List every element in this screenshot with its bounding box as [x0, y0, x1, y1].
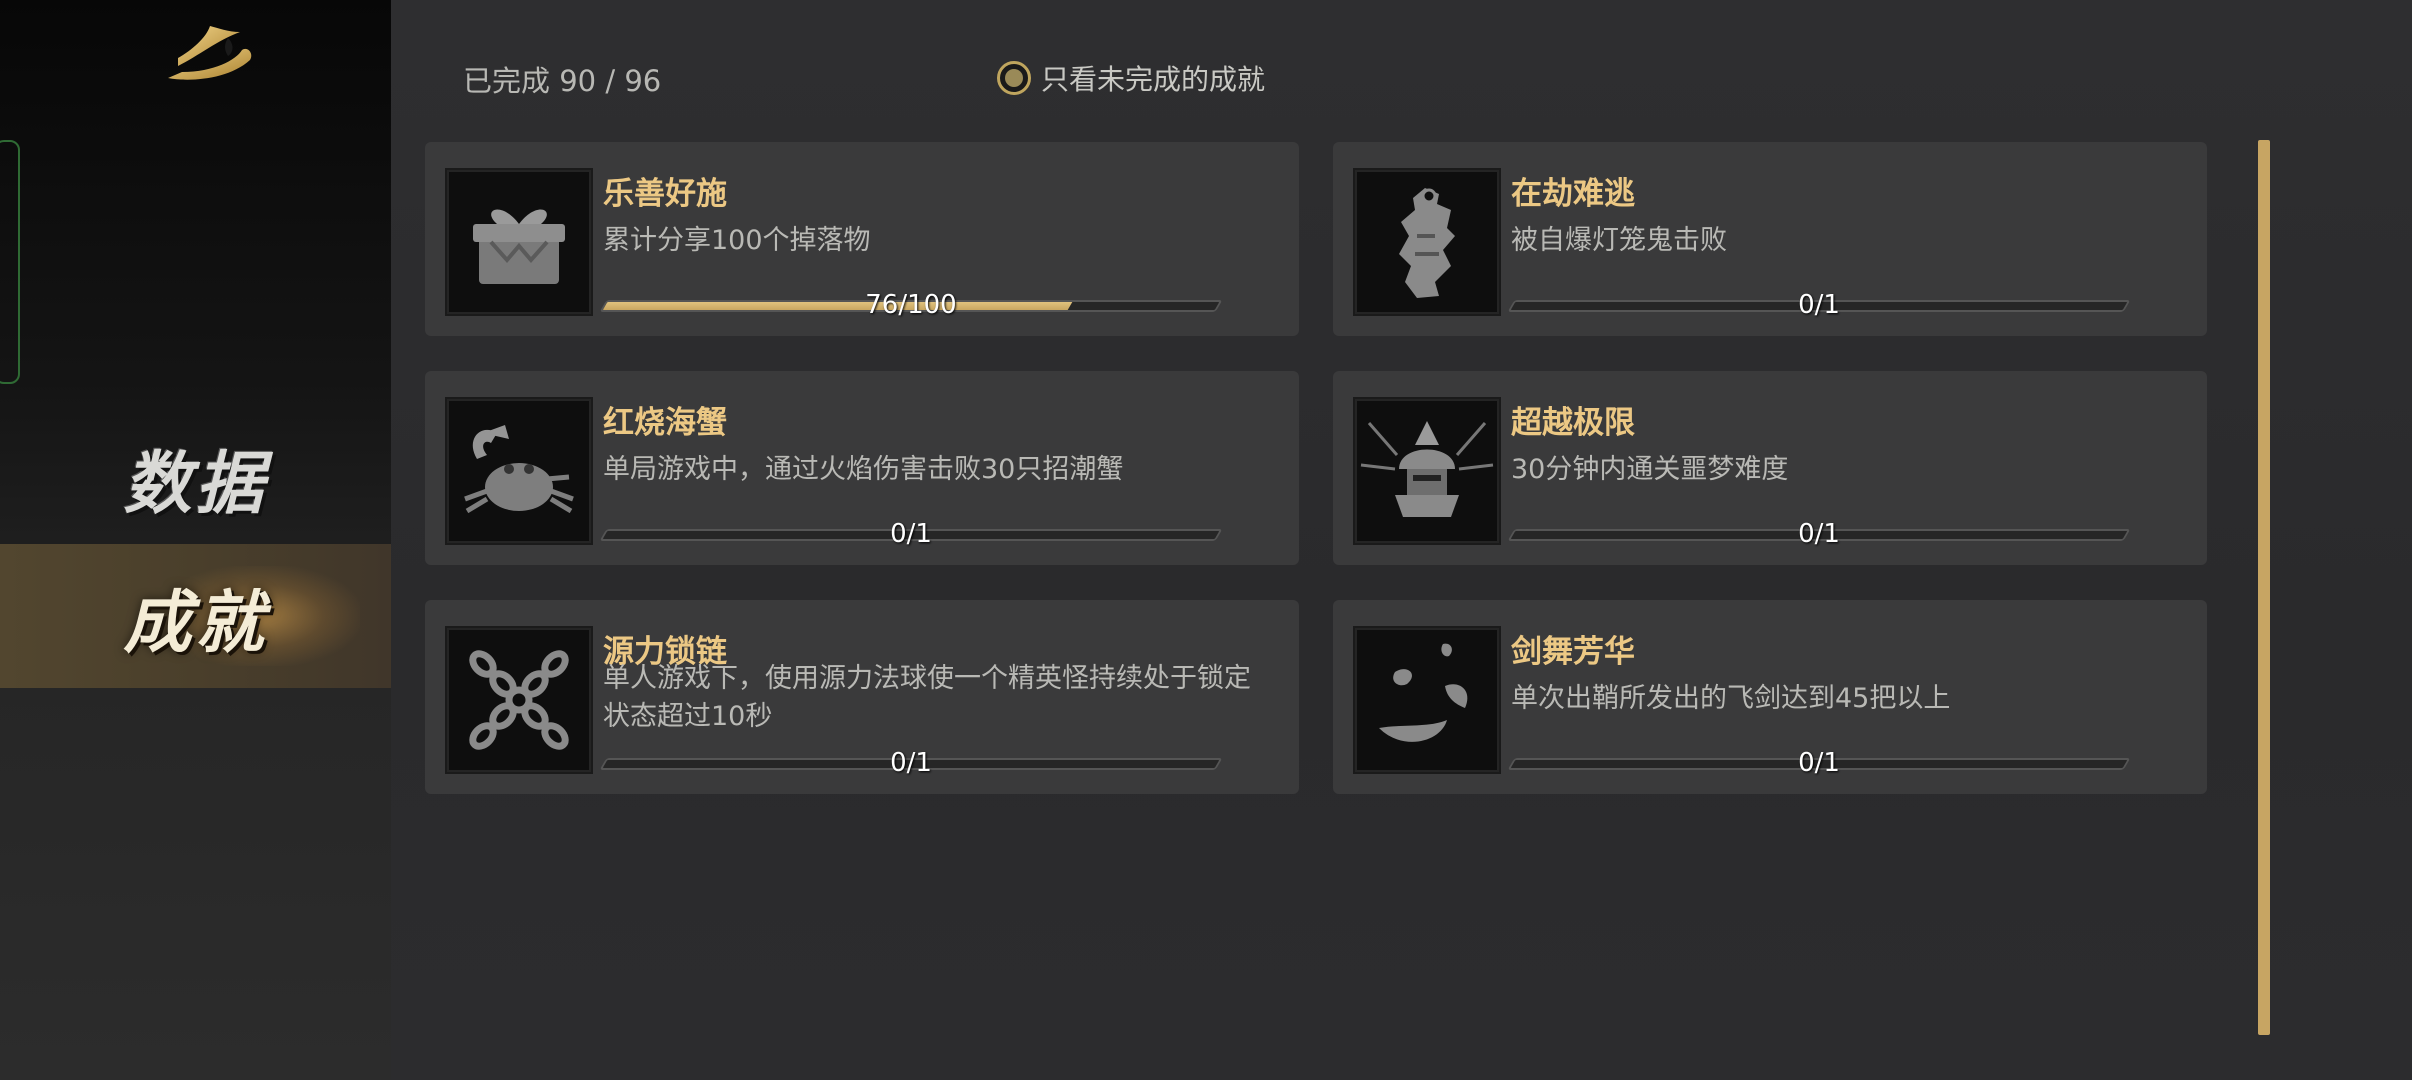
achievement-card[interactable]: 源力锁链 单人游戏下，使用源力法球使一个精英怪持续处于锁定状态超过10秒 0/1: [425, 600, 1299, 794]
achievement-title: 乐善好施: [603, 176, 727, 212]
achievement-description: 单人游戏下，使用源力法球使一个精英怪持续处于锁定状态超过10秒: [603, 663, 1251, 732]
achievement-description: 单局游戏中，通过火焰伤害击败30只招潮蟹: [603, 454, 1124, 485]
crab-icon: [445, 397, 593, 545]
progress-label: 0/1: [890, 519, 932, 549]
side-frame-decoration: [0, 140, 20, 384]
achievement-card[interactable]: 剑舞芳华 单次出鞘所发出的飞剑达到45把以上 0/1: [1333, 600, 2207, 794]
nav-item-label: 数据: [123, 443, 268, 524]
achievement-card[interactable]: 在劫难逃 被自爆灯笼鬼击败 0/1: [1333, 142, 2207, 336]
nav-item-data[interactable]: 数据: [0, 405, 391, 549]
achievement-card[interactable]: 乐善好施 累计分享100个掉落物 76/100: [425, 142, 1299, 336]
crossed-chains-icon: [445, 626, 593, 774]
achievement-description: 30分钟内通关噩梦难度: [1511, 454, 1789, 485]
achievement-title: 在劫难逃: [1511, 176, 1635, 212]
progress-label: 76/100: [865, 290, 957, 320]
achievement-card[interactable]: 超越极限 30分钟内通关噩梦难度 0/1: [1333, 371, 2207, 565]
gift-box-icon: [445, 168, 593, 316]
progress-label: 0/1: [1798, 748, 1840, 778]
achievement-description: 累计分享100个掉落物: [603, 225, 871, 256]
radio-selected-dot: [1005, 69, 1023, 87]
achievement-description: 被自爆灯笼鬼击败: [1511, 225, 1727, 256]
completion-count: 已完成 90 / 96: [463, 64, 662, 98]
achievement-card[interactable]: 红烧海蟹 单局游戏中，通过火焰伤害击败30只招潮蟹 0/1: [425, 371, 1299, 565]
nav-item-achievements[interactable]: 成就: [0, 544, 391, 688]
nav-item-label: 成就: [123, 582, 268, 663]
progress-label: 0/1: [1798, 519, 1840, 549]
achievement-title: 超越极限: [1511, 405, 1635, 441]
achievement-title: 红烧海蟹: [603, 405, 727, 441]
sidebar: 数据 成就: [0, 0, 391, 1080]
achievement-description: 单次出鞘所发出的飞剑达到45把以上: [1511, 683, 1951, 714]
filter-label: 只看未完成的成就: [1041, 63, 1266, 96]
samurai-helmet-icon: [1353, 397, 1501, 545]
radio-button-icon[interactable]: [997, 61, 1031, 95]
lantern-ghost-icon: [1353, 168, 1501, 316]
scrollbar[interactable]: [2258, 140, 2270, 1035]
game-logo-icon: [158, 20, 258, 92]
achievement-title: 剑舞芳华: [1511, 634, 1635, 670]
filter-incomplete-toggle[interactable]: 只看未完成的成就: [997, 58, 1265, 98]
progress-label: 0/1: [890, 748, 932, 778]
achievements-screen: 数据 成就 已完成 90 / 96 只看未完成的成就 乐善好施 累计分享100个…: [0, 0, 2412, 1080]
progress-label: 0/1: [1798, 290, 1840, 320]
petals-icon: [1353, 626, 1501, 774]
